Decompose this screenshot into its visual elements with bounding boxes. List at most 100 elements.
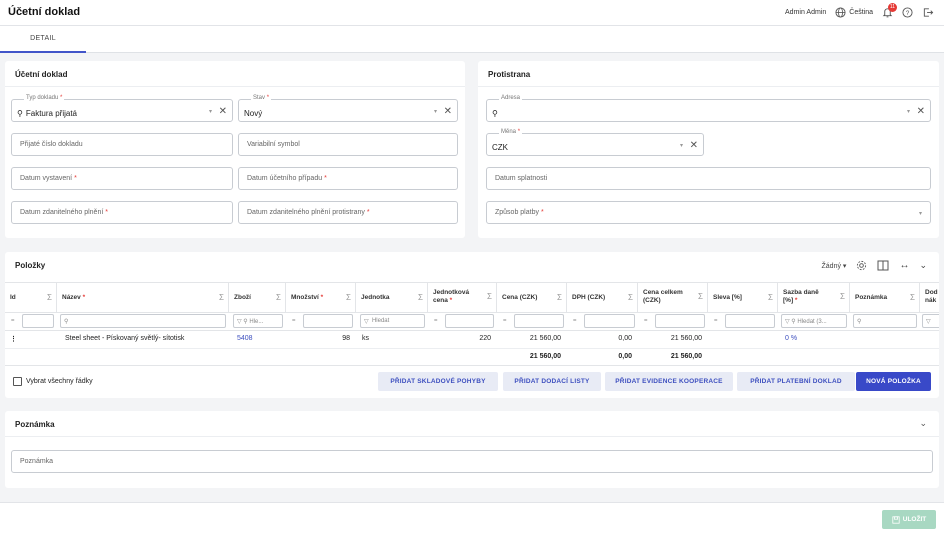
column-header-supplier[interactable]: Dod nák [920,282,939,312]
funnel-icon[interactable]: ▽ [237,318,242,325]
columns-icon[interactable] [877,260,889,271]
filter-goods-input[interactable]: ▽ ⚲ Hle... [233,314,283,328]
note-field[interactable]: Poznámka [11,450,933,473]
column-header-total[interactable]: Cena celkem (CZK) Σ [638,282,708,312]
column-header-id[interactable]: Id Σ [5,282,57,312]
funnel-icon[interactable]: ▽ [364,318,369,325]
table-row[interactable]: ⋮ Steel sheet - Pískovaný světlý- sítoti… [5,331,939,349]
filter-equals-icon[interactable]: = [8,314,20,328]
column-header-goods[interactable]: Zboží Σ [229,282,286,312]
add-cooperation-button[interactable]: PŘIDAT EVIDENCE KOOPERACE [605,372,733,391]
save-button[interactable]: ULOŽIT [882,510,936,529]
currency-select[interactable]: Měna * CZK ▾ ✕ [486,129,704,156]
chevron-down-icon[interactable]: ▾ [209,108,212,115]
sum-icon[interactable]: Σ [219,293,224,302]
items-card-title: Položky [15,261,46,270]
column-header-tax-rate[interactable]: Sazba daně [%] * Σ [778,282,850,312]
chevron-down-icon[interactable]: ▾ [434,108,437,115]
total-price: 21 560,00 [529,353,561,360]
received-number-field[interactable]: Přijaté číslo dokladu [11,133,233,156]
filter-equals-icon[interactable]: = [289,314,301,328]
sum-icon[interactable]: Σ [487,293,492,301]
variable-symbol-field[interactable]: Variabilní symbol [238,133,458,156]
filter-name-input[interactable]: ⚲ [60,314,226,328]
clear-icon[interactable]: ✕ [917,106,925,117]
new-item-button[interactable]: NOVÁ POLOŽKA [856,372,931,391]
tab-detail[interactable]: DETAIL [0,26,86,53]
filter-equals-icon[interactable]: = [711,314,723,328]
add-payment-document-button[interactable]: PŘIDAT PLATEBNÍ DOKLAD [737,372,855,391]
user-name[interactable]: Admin Admin [785,9,826,16]
filter-vat-input[interactable] [584,314,635,328]
column-header-unit[interactable]: Jednotka Σ [356,282,428,312]
column-header-unit-price[interactable]: Jednotková cena * Σ [428,282,497,312]
sum-icon[interactable]: Σ [47,293,52,302]
filter-discount-input[interactable] [725,314,775,328]
row-price: 21 560,00 [529,335,561,342]
taxable-date-field[interactable]: Datum zdanitelného plnění * [11,201,233,224]
top-bar: Účetní doklad Admin Admin Čeština 11 ? [0,0,944,26]
filter-unit-price-input[interactable] [445,314,494,328]
chevron-down-icon[interactable]: ⌄ [919,260,927,271]
funnel-icon[interactable]: ▽ [926,318,931,325]
row-unit: ks [362,335,369,342]
column-header-name[interactable]: Název * Σ [57,282,229,312]
grouping-select[interactable]: Žádný ▾ [822,262,847,270]
accounting-date-field[interactable]: Datum účetního případu * [238,167,458,190]
chevron-down-icon[interactable]: ⌄ [919,418,927,429]
items-card: Položky Žádný ▾ ↔ ⌄ Id Σ Název * Σ Zboží Σ … [5,252,939,398]
filter-total-input[interactable] [655,314,705,328]
counterparty-card-title: Protistrana [478,61,939,87]
filter-supplier-input[interactable]: ▽ [922,314,939,328]
clear-icon[interactable]: ✕ [444,106,452,117]
sum-icon[interactable]: Σ [768,293,773,302]
language-selector[interactable]: Čeština [835,7,873,18]
notifications-button[interactable]: 11 [882,2,897,20]
settings-icon[interactable] [856,260,867,271]
sum-icon[interactable]: Σ [557,293,562,302]
counterparty-taxable-date-field[interactable]: Datum zdanitelného plnění protistrany * [238,201,458,224]
funnel-icon[interactable]: ▽ [785,318,790,325]
sum-icon[interactable]: Σ [698,293,703,301]
status-select[interactable]: Stav * Nový ▾ ✕ [238,95,458,122]
filter-quantity-input[interactable] [303,314,353,328]
filter-id-input[interactable] [22,314,54,328]
chevron-down-icon[interactable]: ▾ [680,142,683,149]
filter-price-input[interactable] [514,314,564,328]
chevron-down-icon[interactable]: ▾ [919,210,922,217]
filter-unit-input[interactable]: ▽ Hledat [360,314,425,328]
document-type-select[interactable]: Typ dokladu * ⚲ Faktura přijatá ▾ ✕ [11,95,233,122]
sum-icon[interactable]: Σ [840,293,845,301]
sum-icon[interactable]: Σ [910,293,915,302]
due-date-field[interactable]: Datum splatnosti [486,167,931,190]
address-select[interactable]: Adresa ⚲ ▾ ✕ [486,95,931,122]
filter-equals-icon[interactable]: = [431,314,443,328]
column-header-price[interactable]: Cena (CZK) Σ [497,282,567,312]
row-goods-link[interactable]: 5408 [237,335,253,342]
column-header-vat[interactable]: DPH (CZK) Σ [567,282,638,312]
row-menu-icon[interactable]: ⋮ [10,335,17,343]
column-header-discount[interactable]: Sleva [%] Σ [708,282,778,312]
payment-method-select[interactable]: Způsob platby * ▾ [486,201,931,224]
add-stock-movements-button[interactable]: PŘIDAT SKLADOVÉ POHYBY [378,372,498,391]
expand-width-icon[interactable]: ↔ [899,260,909,271]
logout-icon[interactable] [922,7,934,18]
filter-note-input[interactable]: ⚲ [853,314,917,328]
filter-tax-rate-input[interactable]: ▽ ⚲ Hledat (3... [781,314,847,328]
sum-icon[interactable]: Σ [276,293,281,302]
clear-icon[interactable]: ✕ [219,106,227,117]
filter-equals-icon[interactable]: = [641,314,653,328]
column-header-quantity[interactable]: Množství * Σ [286,282,356,312]
issue-date-field[interactable]: Datum vystavení * [11,167,233,190]
totals-row: 21 560,00 0,00 21 560,00 [5,349,939,366]
chevron-down-icon[interactable]: ▾ [907,108,910,115]
clear-icon[interactable]: ✕ [690,140,698,151]
filter-equals-icon[interactable]: = [570,314,582,328]
column-header-note[interactable]: Poznámka Σ [850,282,920,312]
sum-icon[interactable]: Σ [628,293,633,302]
sum-icon[interactable]: Σ [418,293,423,302]
help-icon[interactable]: ? [902,7,913,18]
sum-icon[interactable]: Σ [346,293,351,302]
add-delivery-notes-button[interactable]: PŘIDAT DODACÍ LISTY [503,372,601,391]
filter-equals-icon[interactable]: = [500,314,512,328]
